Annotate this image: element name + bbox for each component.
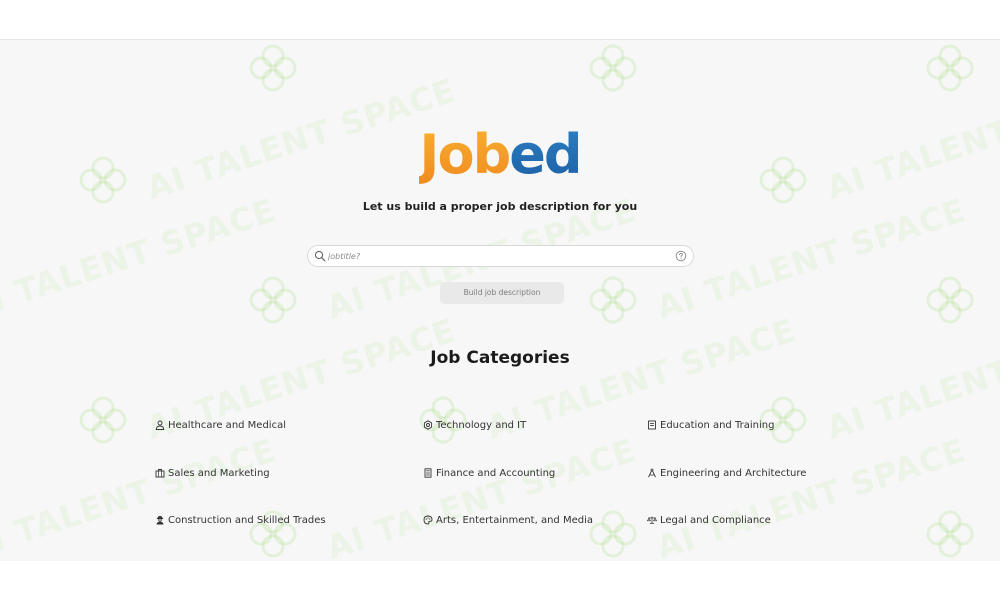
flower-logo-icon xyxy=(249,276,297,324)
palette-icon xyxy=(423,515,433,525)
flower-logo-icon xyxy=(589,276,637,324)
category-education-and-training[interactable]: Education and Training xyxy=(647,418,774,432)
calculator-icon xyxy=(424,468,432,478)
category-arts-entertainment-and-media[interactable]: Arts, Entertainment, and Media xyxy=(423,513,593,527)
category-label: Healthcare and Medical xyxy=(168,419,286,431)
category-technology-and-it[interactable]: Technology and IT xyxy=(423,418,526,432)
category-label: Engineering and Architecture xyxy=(660,467,807,479)
category-label: Technology and IT xyxy=(436,419,527,431)
category-label: Education and Training xyxy=(660,419,775,431)
flower-logo-icon xyxy=(926,44,974,92)
search-box[interactable] xyxy=(307,245,694,267)
watermark-text: AI TALENT SPACE xyxy=(652,431,971,561)
bottom-bar xyxy=(0,561,1000,600)
job-categories-title: Job Categories xyxy=(430,348,570,368)
book-icon xyxy=(648,420,656,430)
worker-icon xyxy=(156,516,164,525)
flower-logo-icon xyxy=(79,396,127,444)
jobtitle-input[interactable] xyxy=(328,248,668,264)
watermark-text: AI TALENT SPACE xyxy=(822,311,1000,447)
help-circle-icon[interactable] xyxy=(675,250,687,262)
category-label: Sales and Marketing xyxy=(168,467,270,479)
scale-icon xyxy=(647,516,657,524)
person-icon xyxy=(155,420,165,430)
category-label: Construction and Skilled Trades xyxy=(168,514,326,526)
compass-icon xyxy=(648,468,656,478)
flower-logo-icon xyxy=(249,44,297,92)
category-label: Arts, Entertainment, and Media xyxy=(436,514,593,526)
watermark-text: AI TALENT SPACE xyxy=(322,431,641,561)
category-sales-and-marketing[interactable]: Sales and Marketing xyxy=(155,466,270,480)
category-legal-and-compliance[interactable]: Legal and Compliance xyxy=(647,513,771,527)
flower-logo-icon xyxy=(589,510,637,558)
flower-logo-icon xyxy=(926,510,974,558)
watermark-text: AI TALENT SPACE xyxy=(0,431,281,561)
tagline: Let us build a proper job description fo… xyxy=(362,200,638,213)
flower-logo-icon xyxy=(926,276,974,324)
main-content: AI TALENT SPACE AI TALENT SPACE AI TALEN… xyxy=(0,40,1000,561)
logo-part-b: ed xyxy=(509,123,582,186)
category-label: Finance and Accounting xyxy=(436,467,556,479)
search-icon xyxy=(314,250,326,262)
category-engineering-and-architecture[interactable]: Engineering and Architecture xyxy=(647,466,806,480)
category-healthcare-and-medical[interactable]: Healthcare and Medical xyxy=(155,418,286,432)
logo-part-a: Job xyxy=(419,123,511,186)
brand-logo: Jobed xyxy=(0,123,1000,187)
build-job-description-button[interactable]: Build job description xyxy=(440,282,564,304)
category-construction-and-skilled-trades[interactable]: Construction and Skilled Trades xyxy=(155,513,326,527)
category-finance-and-accounting[interactable]: Finance and Accounting xyxy=(423,466,555,480)
gear-icon xyxy=(423,420,433,430)
briefcase-icon xyxy=(155,469,165,478)
category-label: Legal and Compliance xyxy=(660,514,771,526)
flower-logo-icon xyxy=(589,44,637,92)
top-bar xyxy=(0,0,1000,40)
